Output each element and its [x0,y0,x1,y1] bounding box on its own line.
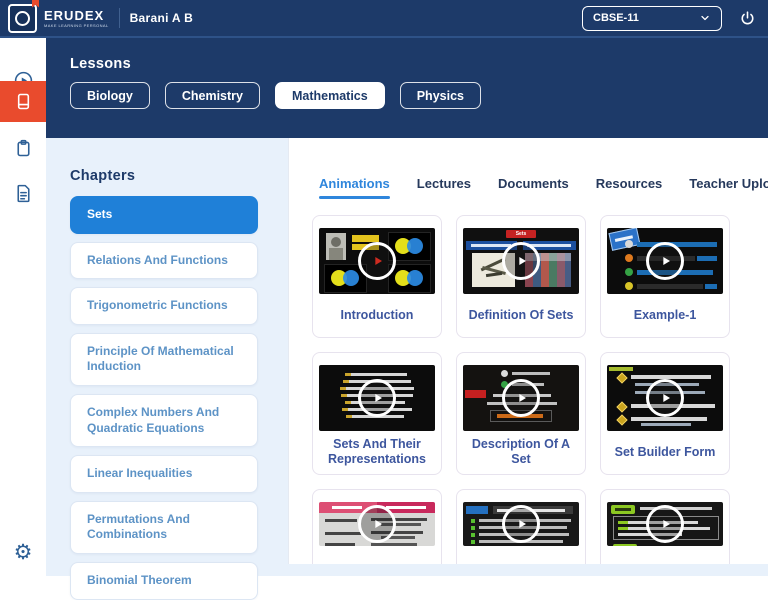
clipboard-icon [13,138,34,159]
logo-emblem-icon [15,11,30,26]
sidebar-item-assignments[interactable] [0,128,46,168]
video-title: Sets And Their Representations [313,431,441,473]
chevron-down-icon [699,12,711,24]
lesson-content-panel: Animations Lectures Documents Resources … [288,138,768,564]
subject-tab-chemistry[interactable]: Chemistry [165,82,260,109]
erudex-logo [8,4,37,33]
document-icon [13,183,34,204]
play-icon[interactable] [502,505,540,543]
lessons-header: Lessons Biology Chemistry Mathematics Ph… [46,38,768,138]
chapter-item-principle-of-mathematical-induction[interactable]: Principle Of Mathematical Induction [70,333,258,386]
play-icon[interactable] [646,379,684,417]
brand-name: ERUDEX [44,9,109,22]
class-selector-value: CBSE-11 [593,12,699,24]
subject-tab-mathematics[interactable]: Mathematics [275,82,385,109]
video-card-example-1[interactable]: Example-1 [600,215,730,338]
subject-tab-biology[interactable]: Biology [70,82,150,109]
chapter-item-sets[interactable]: Sets [70,196,258,234]
video-card-problems[interactable] [456,489,586,564]
play-icon[interactable] [358,379,396,417]
video-title: Definition Of Sets [457,294,585,336]
power-icon [739,10,756,27]
video-thumbnail[interactable]: Sets [463,228,579,294]
chapter-item-permutations-and-combinations[interactable]: Permutations And Combinations [70,501,258,554]
tab-animations[interactable]: Animations [319,176,390,199]
video-card-grid: Introduction Sets Definition Of Sets [312,215,730,564]
chapter-item-trigonometric-functions[interactable]: Trigonometric Functions [70,287,258,325]
content-tabs: Animations Lectures Documents Resources … [319,176,768,199]
play-icon[interactable] [358,242,396,280]
video-card-introduction[interactable]: Introduction [312,215,442,338]
tab-teacher-uploads[interactable]: Teacher Uploads [689,176,768,199]
video-thumbnail[interactable] [319,502,435,546]
tab-documents[interactable]: Documents [498,176,569,199]
book-icon [13,91,34,112]
video-card-roster-form[interactable] [312,489,442,564]
subject-tab-physics[interactable]: Physics [400,82,481,109]
sidebar-item-settings[interactable]: ⚙ [0,532,46,572]
video-card-definition-of-sets[interactable]: Sets Definition Of Sets [456,215,586,338]
user-name: Barani A B [130,11,193,25]
video-title [313,546,441,564]
logout-power-button[interactable] [736,7,758,29]
play-icon[interactable] [502,242,540,280]
chapter-item-complex-numbers[interactable]: Complex Numbers And Quadratic Equations [70,394,258,447]
brand-tagline: MAKE LEARNING PERSONAL [44,24,109,28]
video-thumbnail[interactable] [463,502,579,546]
video-title [457,546,585,564]
chapter-item-linear-inequalities[interactable]: Linear Inequalities [70,455,258,493]
subject-tabs: Biology Chemistry Mathematics Physics [70,82,481,109]
thumbnail-chip: Sets [506,230,536,238]
top-bar: ERUDEX MAKE LEARNING PERSONAL Barani A B… [0,0,768,38]
left-icon-rail: ⚙ [0,38,46,576]
chapter-item-binomial-theorem[interactable]: Binomial Theorem [70,562,258,600]
video-card-description-of-a-set[interactable]: Description Of A Set [456,352,586,475]
video-title [601,546,729,564]
video-title: Set Builder Form [601,431,729,473]
sidebar-item-reports[interactable] [0,173,46,213]
chapter-item-relations-and-functions[interactable]: Relations And Functions [70,242,258,280]
video-card-set-builder-form[interactable]: Set Builder Form [600,352,730,475]
page-title: Lessons [70,56,131,72]
video-thumbnail[interactable] [607,228,723,294]
gear-icon: ⚙ [14,542,33,563]
video-card-practice[interactable] [600,489,730,564]
video-title: Introduction [313,294,441,336]
video-thumbnail[interactable] [607,502,723,546]
video-title: Example-1 [601,294,729,336]
video-card-sets-and-their-representations[interactable]: Sets And Their Representations [312,352,442,475]
chapters-heading: Chapters [70,168,135,184]
topbar-divider [119,8,120,28]
logo-bookmark-icon [32,0,39,8]
video-thumbnail[interactable] [607,365,723,431]
sidebar-item-lessons[interactable] [0,81,46,122]
video-thumbnail[interactable] [319,228,435,294]
tab-resources[interactable]: Resources [596,176,662,199]
play-icon[interactable] [646,505,684,543]
class-selector-dropdown[interactable]: CBSE-11 [582,6,722,31]
chapter-list: Sets Relations And Functions Trigonometr… [70,196,258,600]
play-icon[interactable] [646,242,684,280]
play-icon[interactable] [358,505,396,543]
play-icon[interactable] [502,379,540,417]
tab-lectures[interactable]: Lectures [417,176,471,199]
video-thumbnail[interactable] [463,365,579,431]
video-thumbnail[interactable] [319,365,435,431]
video-title: Description Of A Set [457,431,585,473]
